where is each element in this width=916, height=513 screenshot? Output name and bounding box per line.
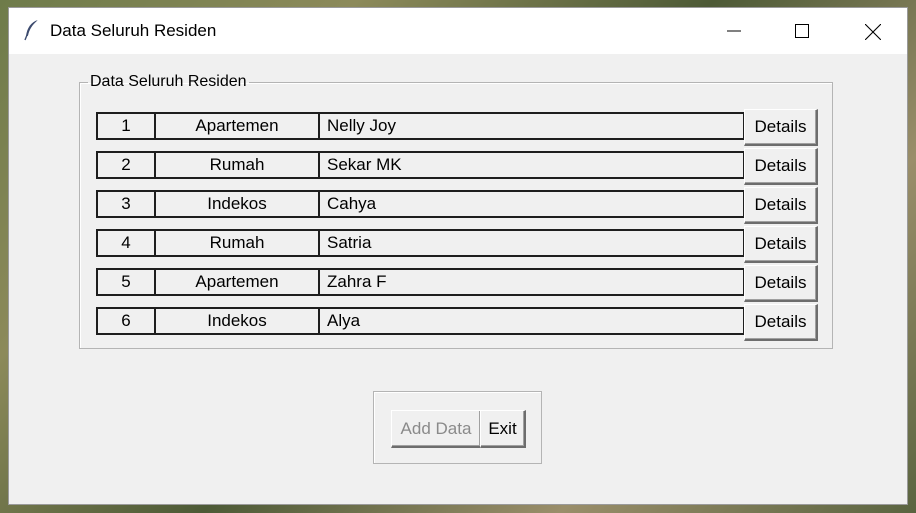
resident-row: 4 Rumah Satria Details [96, 226, 818, 263]
action-button-frame: Add Data Exit [373, 391, 542, 464]
resident-name: Sekar MK [318, 151, 745, 179]
close-icon [865, 24, 881, 40]
details-button[interactable]: Details [744, 304, 818, 341]
resident-type: Rumah [154, 229, 320, 257]
minimize-button[interactable] [711, 8, 757, 54]
minimize-icon [727, 30, 741, 32]
exit-button[interactable]: Exit [480, 410, 526, 448]
window-content: Data Seluruh Residen 1 Apartemen Nelly J… [9, 54, 907, 504]
group-title: Data Seluruh Residen [90, 73, 247, 90]
resident-name: Nelly Joy [318, 112, 745, 140]
resident-name: Zahra F [318, 268, 745, 296]
details-button[interactable]: Details [744, 148, 818, 185]
resident-type: Apartemen [154, 112, 320, 140]
app-window: Data Seluruh Residen Data Seluruh Reside… [9, 8, 907, 504]
resident-name: Alya [318, 307, 745, 335]
close-button[interactable] [849, 8, 895, 54]
resident-number: 6 [96, 307, 156, 335]
add-data-button[interactable]: Add Data [391, 410, 482, 448]
resident-number: 1 [96, 112, 156, 140]
resident-type: Rumah [154, 151, 320, 179]
resident-row: 6 Indekos Alya Details [96, 304, 818, 341]
resident-number: 4 [96, 229, 156, 257]
details-button[interactable]: Details [744, 226, 818, 263]
resident-type: Apartemen [154, 268, 320, 296]
resident-row: 2 Rumah Sekar MK Details [96, 148, 818, 185]
details-button[interactable]: Details [744, 187, 818, 224]
resident-number: 5 [96, 268, 156, 296]
resident-row: 3 Indekos Cahya Details [96, 187, 818, 224]
details-button[interactable]: Details [744, 109, 818, 146]
resident-row: 5 Apartemen Zahra F Details [96, 265, 818, 302]
resident-name: Satria [318, 229, 745, 257]
resident-number: 2 [96, 151, 156, 179]
title-bar[interactable]: Data Seluruh Residen [9, 8, 907, 54]
maximize-button[interactable] [779, 8, 825, 54]
maximize-icon [795, 24, 809, 38]
window-title: Data Seluruh Residen [50, 21, 217, 40]
resident-number: 3 [96, 190, 156, 218]
details-button[interactable]: Details [744, 265, 818, 302]
resident-type: Indekos [154, 307, 320, 335]
resident-type: Indekos [154, 190, 320, 218]
resident-name: Cahya [318, 190, 745, 218]
feather-icon [23, 19, 41, 41]
resident-row: 1 Apartemen Nelly Joy Details [96, 109, 818, 146]
